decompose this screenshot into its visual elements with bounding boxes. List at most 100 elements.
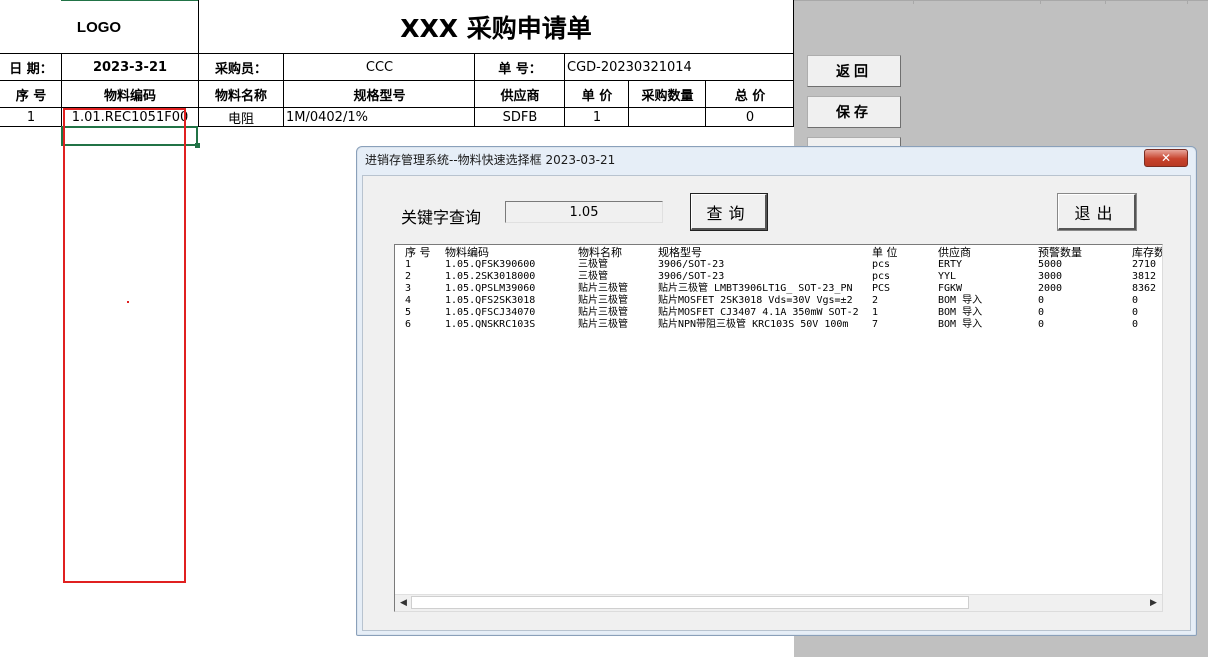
list-cell: 贴片三极管 LMBT3906LT1G_ SOT-23_PN	[658, 283, 853, 294]
list-cell: BOM 导入	[938, 319, 983, 330]
dialog-title: 进销存管理系统--物料快速选择框 2023-03-21	[365, 153, 616, 167]
list-cell: 0	[1132, 319, 1139, 330]
grid-line	[628, 81, 629, 127]
list-cell: 6	[405, 319, 412, 330]
list-cell: 2710	[1132, 259, 1157, 270]
row-price[interactable]: 1	[565, 108, 629, 127]
row-spec[interactable]: 1M/0402/1%	[284, 108, 475, 127]
grid-line	[793, 0, 794, 127]
list-header-cell: 物料名称	[578, 246, 622, 259]
list-cell: 0	[1132, 307, 1139, 318]
list-item[interactable]: 6 1.05.QNSKRC103S 贴片三极管 贴片NPN带阻三极管 KRC103S …	[395, 319, 1162, 331]
list-cell: 三极管	[578, 259, 608, 270]
list-header-cell: 序 号	[405, 246, 431, 259]
list-header-row: 序 号 物料编码 物料名称 规格型号 单 位 供应商 预警数量 库存数	[395, 246, 1163, 259]
side-grid-line	[1040, 0, 1041, 4]
list-header-cell: 库存数	[1132, 246, 1163, 259]
material-listbox[interactable]: 序 号 物料编码 物料名称 规格型号 单 位 供应商 预警数量 库存数 1 1.05.QFSK39…	[394, 244, 1163, 612]
list-cell: 8362	[1132, 283, 1157, 294]
list-cell: 0	[1038, 319, 1045, 330]
back-button[interactable]: 返回	[807, 55, 901, 87]
list-cell: PCS	[872, 283, 891, 294]
list-cell: 2000	[1038, 283, 1063, 294]
list-cell: 贴片三极管	[578, 319, 628, 330]
grid-line	[0, 53, 794, 54]
scroll-left-icon[interactable]: ◀	[396, 596, 411, 610]
date-label: 日 期：	[9, 62, 53, 77]
list-cell: 1	[405, 259, 412, 270]
side-grid-line	[794, 0, 1208, 1]
grid-line	[198, 0, 199, 127]
list-item[interactable]: 1 1.05.QFSK390600 三极管 3906/SOT-23 pcs ERTY 500…	[395, 259, 1162, 271]
row-supplier[interactable]: SDFB	[475, 108, 565, 127]
horizontal-scrollbar[interactable]: ◀ ▶	[395, 594, 1162, 611]
grid-line	[474, 54, 475, 127]
buyer-value[interactable]: CCC	[284, 54, 475, 81]
list-cell: 1.05.QFS2SK3018	[445, 295, 536, 306]
list-item[interactable]: 3 1.05.QPSLM39060 贴片三极管 贴片三极管 LMBT3906LT1G_…	[395, 283, 1162, 295]
list-item[interactable]: 4 1.05.QFS2SK3018 贴片三极管 贴片MOSFET 2SK3018 Vd…	[395, 295, 1162, 307]
col-header-code: 物料编码	[103, 89, 156, 104]
grid-line	[705, 81, 706, 127]
logo: LOGO	[76, 18, 122, 36]
save-button[interactable]: 保存	[807, 96, 901, 128]
list-item[interactable]: 2 1.05.2SK3018000 三极管 3906/SOT-23 pcs YYL 3000…	[395, 271, 1162, 283]
side-grid-line	[1187, 0, 1188, 4]
row-total[interactable]: 0	[706, 108, 794, 127]
material-select-dialog[interactable]: 进销存管理系统--物料快速选择框 2023-03-21 ✕ 关键字查询 查询 退…	[356, 146, 1197, 636]
order-value[interactable]: CGD-20230321014	[567, 54, 794, 81]
list-cell: YYL	[938, 271, 957, 282]
cell-top-accent	[61, 0, 198, 1]
list-cell: 贴片三极管	[578, 307, 628, 318]
row-seq[interactable]: 1	[0, 108, 62, 127]
list-item[interactable]: 5 1.05.QFSCJ34070 贴片三极管 贴片MOSFET CJ3407 4.1…	[395, 307, 1162, 319]
list-cell: pcs	[872, 259, 891, 270]
fill-handle[interactable]	[195, 143, 200, 148]
list-cell: 1.05.QPSLM39060	[445, 283, 536, 294]
list-cell: pcs	[872, 271, 891, 282]
row-qty[interactable]	[629, 108, 706, 127]
list-cell: 0	[1132, 295, 1139, 306]
list-cell: 贴片NPN带阻三极管 KRC103S 50V 100m	[658, 319, 849, 330]
sheet-title: XXX 采购申请单	[400, 14, 592, 43]
list-cell: 0	[1038, 307, 1045, 318]
list-cell: 1.05.QFSCJ34070	[445, 307, 536, 318]
grid-line	[61, 54, 62, 127]
search-button[interactable]: 查询	[690, 193, 768, 231]
list-cell: 5	[405, 307, 412, 318]
list-cell: BOM 导入	[938, 307, 983, 318]
list-cell: 3	[405, 283, 412, 294]
side-grid-line	[1105, 0, 1106, 4]
grid-line	[0, 80, 794, 81]
list-cell: 1	[872, 307, 879, 318]
col-header-total: 总 价	[734, 89, 766, 104]
grid-line	[564, 54, 565, 127]
row-name[interactable]: 电阻	[198, 108, 284, 127]
scroll-right-icon[interactable]: ▶	[1146, 596, 1161, 610]
date-value[interactable]: 2023-3-21	[62, 54, 198, 81]
col-header-seq: 序 号	[15, 89, 47, 104]
scroll-thumb[interactable]	[411, 596, 969, 609]
keyword-label: 关键字查询	[401, 208, 482, 227]
list-header-cell: 物料编码	[445, 246, 489, 259]
list-cell: 2	[872, 295, 879, 306]
list-cell: 4	[405, 295, 412, 306]
exit-button[interactable]: 退出	[1057, 193, 1137, 231]
col-header-name: 物料名称	[214, 89, 267, 104]
close-button[interactable]: ✕	[1144, 149, 1188, 167]
list-cell: 贴片MOSFET CJ3407 4.1A 350mW SOT-2	[658, 307, 859, 318]
list-header-cell: 供应商	[938, 246, 971, 259]
list-cell: 3906/SOT-23	[658, 259, 725, 270]
dialog-body: 关键字查询 查询 退出 序 号 物料编码 物料名称 规格型号 单 位 供应商 预警数量 库存数…	[362, 175, 1191, 631]
list-header-cell: 规格型号	[658, 246, 702, 259]
list-cell: 2	[405, 271, 412, 282]
keyword-input[interactable]	[505, 201, 663, 223]
red-dot	[127, 301, 129, 303]
grid-line	[283, 54, 284, 127]
list-cell: 贴片MOSFET 2SK3018 Vds=30V Vgs=±2	[658, 295, 853, 306]
side-grid-line	[913, 0, 914, 4]
list-cell: 7	[872, 319, 879, 330]
list-cell: 3000	[1038, 271, 1063, 282]
list-cell: 0	[1038, 295, 1045, 306]
list-header-cell: 预警数量	[1038, 246, 1082, 259]
